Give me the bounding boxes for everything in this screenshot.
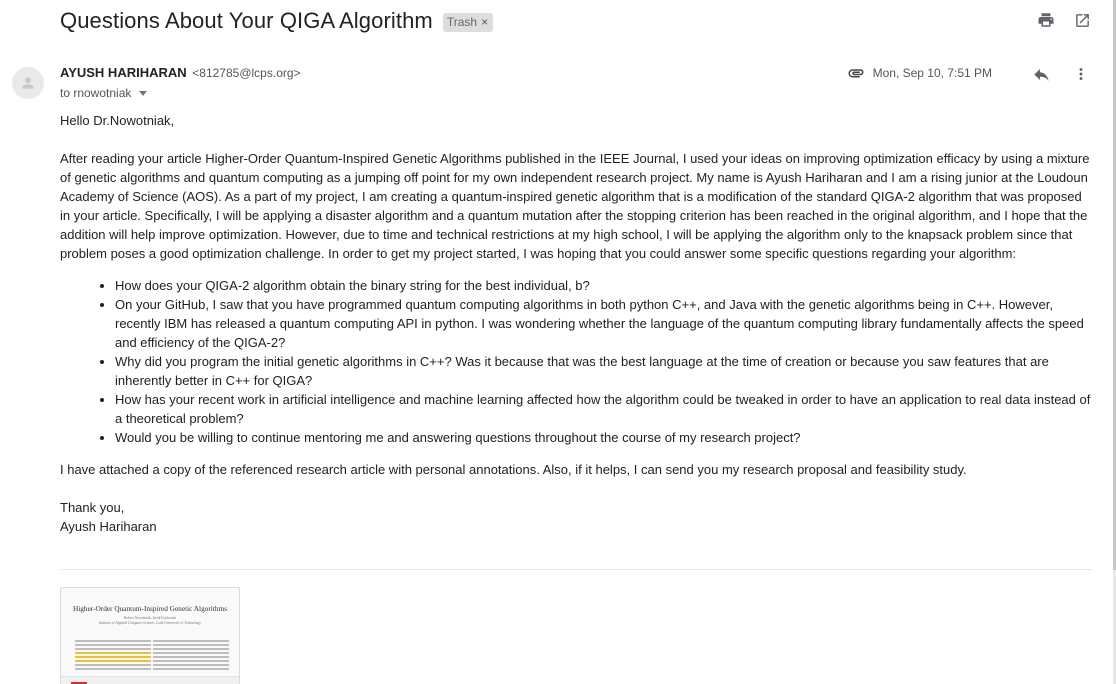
list-item: How does your QIGA-2 algorithm obtain th… [115,276,1094,295]
chevron-down-icon[interactable] [139,91,148,96]
list-item: How has your recent work in artificial i… [115,390,1094,428]
attachment-doc-affiliation: Institute of Applied Computer Science, L… [98,621,202,625]
attachment-doc-authors: Robert Nowotniak, Jacek Kucharski Instit… [61,616,239,626]
sender-line: AYUSH HARIHARAN <812785@lcps.org> [60,65,301,80]
message-body: Hello Dr.Nowotniak, After reading your a… [60,111,1094,536]
remove-label-icon[interactable]: × [481,15,488,29]
greeting: Hello Dr.Nowotniak, [60,113,175,128]
subject-row: Questions About Your QIGA Algorithm Tras… [60,6,494,36]
open-in-new-icon[interactable] [1072,10,1092,30]
closing-paragraph: I have attached a copy of the referenced… [60,462,967,477]
list-item: Why did you program the initial genetic … [115,352,1094,390]
attachment-footer [61,676,239,684]
person-icon [22,77,34,89]
print-icon[interactable] [1036,10,1056,30]
more-vert-icon[interactable] [1070,63,1092,85]
label-chip-text: Trash [446,15,478,29]
thread-actions [1036,10,1092,30]
attachment-doc-title: Higher-Order Quantum-Inspired Genetic Al… [72,604,228,613]
email-view: Questions About Your QIGA Algorithm Tras… [0,0,1116,684]
signoff: Thank you, [60,500,125,515]
label-chip-trash[interactable]: Trash × [442,12,494,32]
sender-name[interactable]: AYUSH HARIHARAN [60,65,187,80]
signature: Ayush Hariharan [60,519,157,534]
sender-avatar[interactable] [12,67,44,99]
recipient-details[interactable]: to rnowotniak [60,86,148,100]
list-item: On your GitHub, I saw that you have prog… [115,295,1094,352]
list-item: Would you be willing to continue mentori… [115,428,1094,447]
recipient-text: to rnowotniak [60,86,132,100]
message-meta: Mon, Sep 10, 7:51 PM [847,64,992,82]
intro-paragraph: After reading your article Higher-Order … [60,151,1090,261]
email-subject: Questions About Your QIGA Algorithm [60,8,433,33]
message-date: Mon, Sep 10, 7:51 PM [872,66,992,80]
attachment-card[interactable]: Higher-Order Quantum-Inspired Genetic Al… [60,587,240,684]
attachment-doc-column-left [75,640,151,672]
questions-list: How does your QIGA-2 algorithm obtain th… [60,276,1094,447]
reply-icon[interactable] [1030,63,1052,85]
paperclip-icon [847,64,865,82]
sender-email: <812785@lcps.org> [192,66,301,80]
attachment-doc-column-right [153,640,229,672]
attachments-divider [60,569,1091,570]
